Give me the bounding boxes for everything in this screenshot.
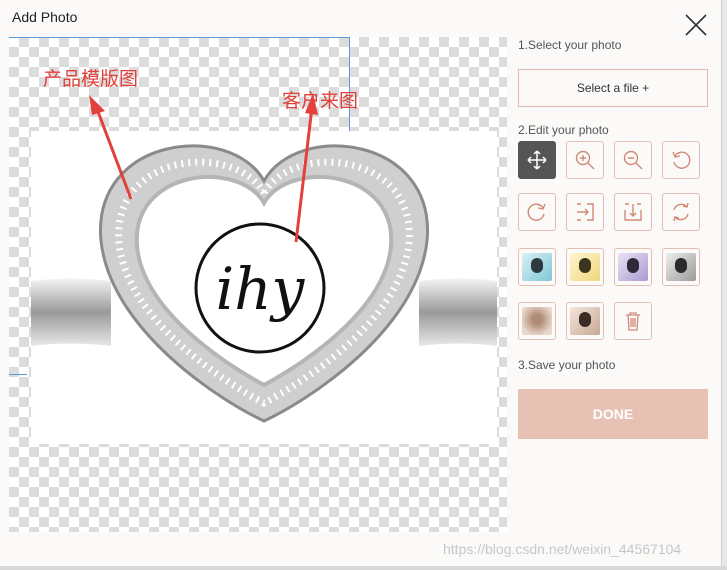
reset-icon <box>673 202 689 222</box>
move-icon <box>527 150 547 170</box>
dialog-title: Add Photo <box>12 9 78 25</box>
filter-thumbnail <box>570 307 600 335</box>
delete-button[interactable] <box>614 302 652 340</box>
zoom-out-icon <box>623 150 643 170</box>
step-save-label: 3.Save your photo <box>518 358 616 372</box>
filter-purple-button[interactable] <box>614 248 652 286</box>
filter-thumbnail <box>522 307 552 335</box>
filter-blur-button[interactable] <box>518 302 556 340</box>
fit-width-icon <box>577 203 594 221</box>
filter-thumbnail <box>570 253 600 281</box>
fit-width-button[interactable] <box>566 193 604 231</box>
step-select-label: 1.Select your photo <box>518 38 622 52</box>
zoom-in-icon <box>575 150 595 170</box>
add-photo-dialog: Add Photo ihy 产品模版图 客户来图 1.Select your p… <box>0 0 722 566</box>
filter-normal-button[interactable] <box>566 302 604 340</box>
filter-thumbnail <box>522 253 552 281</box>
fit-height-icon <box>624 203 642 221</box>
select-file-button[interactable]: Select a file + <box>518 69 708 107</box>
watermark-text: https://blog.csdn.net/weixin_44567104 <box>443 541 682 557</box>
move-button[interactable] <box>518 141 556 179</box>
zoom-out-button[interactable] <box>614 141 652 179</box>
reset-button[interactable] <box>662 193 700 231</box>
step-edit-label: 2.Edit your photo <box>518 123 609 137</box>
page-bottom-strip <box>0 566 727 570</box>
filter-thumbnail <box>666 253 696 281</box>
photo-canvas[interactable]: ihy 产品模版图 客户来图 <box>9 37 507 532</box>
rotate-right-button[interactable] <box>518 193 556 231</box>
rotate-left-icon <box>672 151 691 169</box>
rotate-right-icon <box>527 203 546 221</box>
annotation-arrows <box>89 93 318 243</box>
filter-gray-button[interactable] <box>662 248 700 286</box>
filter-yellow-button[interactable] <box>566 248 604 286</box>
close-icon[interactable] <box>683 12 709 38</box>
filter-cyan-button[interactable] <box>518 248 556 286</box>
trash-icon <box>626 312 640 331</box>
rotate-left-button[interactable] <box>662 141 700 179</box>
done-button[interactable]: DONE <box>518 389 708 439</box>
filter-thumbnail <box>618 253 648 281</box>
fit-height-button[interactable] <box>614 193 652 231</box>
zoom-in-button[interactable] <box>566 141 604 179</box>
